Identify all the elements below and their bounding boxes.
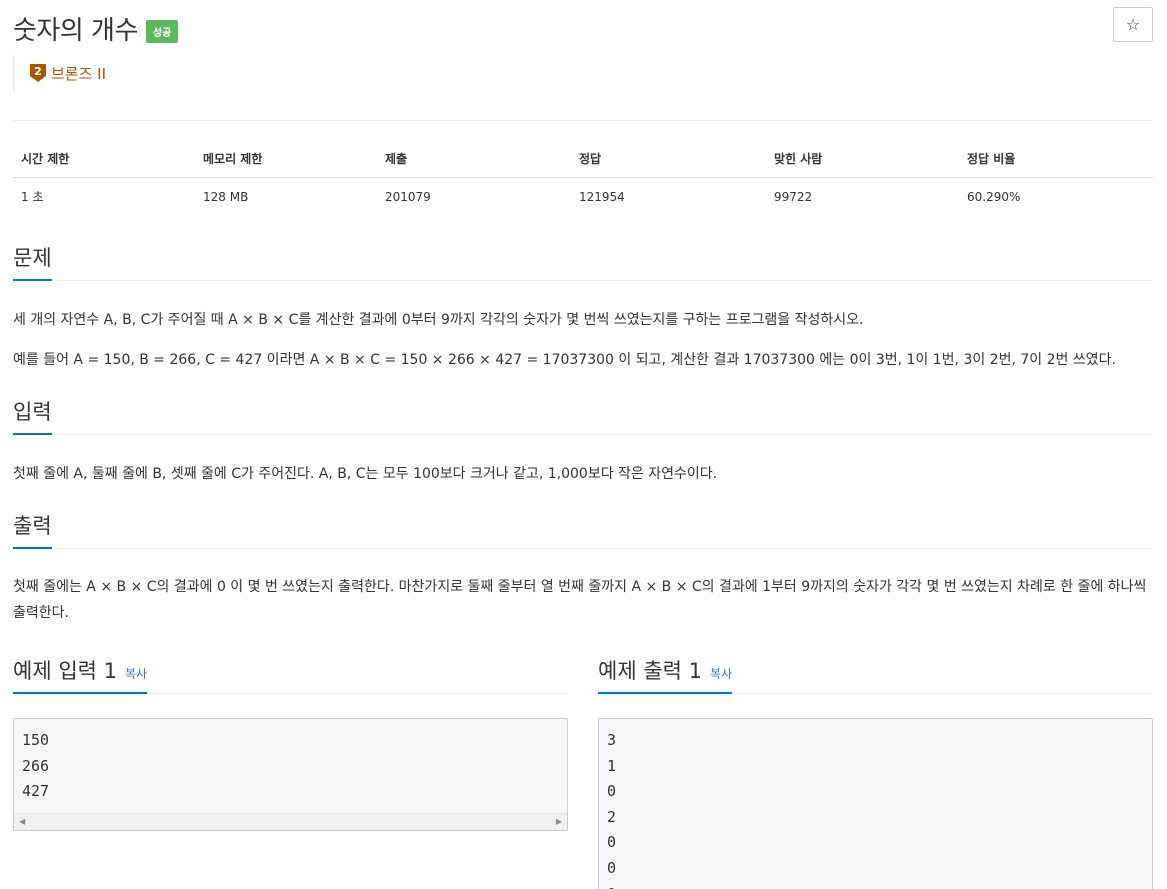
star-icon: ☆ — [1125, 15, 1141, 34]
problem-heading-label: 문제 — [13, 242, 52, 281]
tier-number: 2 — [34, 65, 42, 78]
sample-input-heading: 예제 입력 1 복사 — [13, 655, 568, 694]
problem-info-table: 시간 제한 메모리 제한 제출 정답 맞힌 사람 정답 비율 1 초 128 M… — [13, 140, 1153, 216]
output-section-heading: 출력 — [13, 510, 1153, 549]
status-badge: 성공 — [145, 20, 179, 43]
info-header-row: 시간 제한 메모리 제한 제출 정답 맞힌 사람 정답 비율 — [13, 140, 1153, 178]
header-ratio: 정답 비율 — [959, 140, 1153, 178]
header-solvers: 맞힌 사람 — [766, 140, 959, 178]
value-ratio: 60.290% — [959, 177, 1153, 216]
value-accepted[interactable]: 121954 — [571, 177, 766, 216]
problem-section-heading: 문제 — [13, 242, 1153, 281]
header-submissions: 제출 — [377, 140, 571, 178]
value-memory-limit: 128 MB — [195, 177, 377, 216]
input-heading-label: 입력 — [13, 396, 52, 435]
info-value-row: 1 초 128 MB 201079 121954 99722 60.290% — [13, 177, 1153, 216]
problem-description-p1: 세 개의 자연수 A, B, C가 주어질 때 A × B × C를 계산한 결… — [13, 312, 864, 328]
value-time-limit: 1 초 — [13, 177, 195, 216]
tier-link[interactable]: 브론즈 II — [51, 63, 106, 84]
value-submissions[interactable]: 201079 — [377, 177, 571, 216]
sample-input-text[interactable]: 150 266 427 — [14, 719, 567, 813]
bronze-tier-icon: 2 — [30, 64, 46, 82]
output-description: 첫째 줄에는 A × B × C의 결과에 0 이 몇 번 쓰였는지 출력한다.… — [13, 579, 1147, 621]
sample-output-title: 예제 출력 1 — [598, 659, 702, 683]
input-section-heading: 입력 — [13, 396, 1153, 435]
input-description: 첫째 줄에 A, 둘째 줄에 B, 셋째 줄에 C가 주어진다. A, B, C… — [13, 466, 718, 482]
copy-output-link[interactable]: 복사 — [710, 667, 732, 681]
star-button[interactable]: ☆ — [1113, 7, 1153, 42]
header-accepted: 정답 — [571, 140, 766, 178]
copy-input-link[interactable]: 복사 — [125, 667, 147, 681]
sample-output-heading-label: 예제 출력 1 복사 — [598, 655, 733, 694]
sample-output-heading: 예제 출력 1 복사 — [598, 655, 1153, 694]
header-memory-limit: 메모리 제한 — [195, 140, 377, 178]
title-row: 숫자의 개수 성공 — [13, 10, 179, 47]
output-heading-label: 출력 — [13, 510, 52, 549]
scroll-right-icon[interactable]: ▶ — [556, 817, 562, 826]
scroll-left-icon[interactable]: ◀ — [19, 817, 25, 826]
value-solvers[interactable]: 99722 — [766, 177, 959, 216]
sample-input-box[interactable]: 150 266 427 ◀ ▶ — [13, 718, 568, 831]
header-time-limit: 시간 제한 — [13, 140, 195, 178]
divider — [13, 120, 1153, 121]
horizontal-scrollbar[interactable]: ◀ ▶ — [14, 813, 567, 830]
sample-output-text[interactable]: 3 1 0 2 0 0 0 — [599, 719, 1152, 889]
sample-input-title: 예제 입력 1 — [13, 659, 117, 683]
sample-input-heading-label: 예제 입력 1 복사 — [13, 655, 148, 694]
problem-description-p2: 예를 들어 A = 150, B = 266, C = 427 이라면 A × … — [13, 352, 1116, 368]
sample-output-box[interactable]: 3 1 0 2 0 0 0 — [598, 718, 1153, 889]
tier-info: 2 브론즈 II — [13, 55, 106, 91]
problem-title: 숫자의 개수 — [13, 16, 138, 46]
